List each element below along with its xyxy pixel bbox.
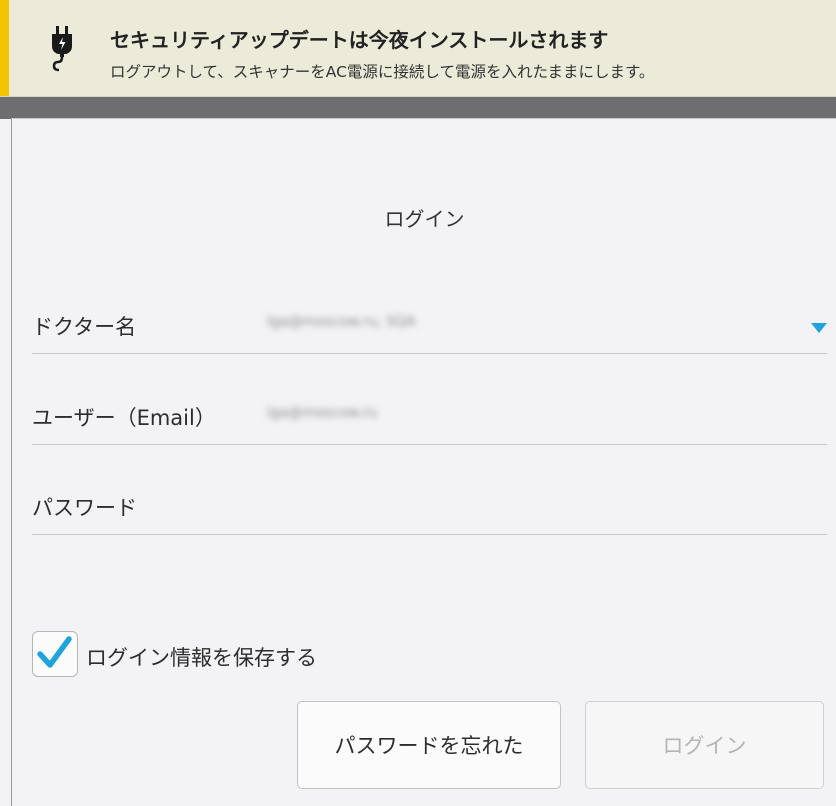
chevron-down-icon[interactable] — [811, 323, 827, 333]
user-email-field[interactable]: ユーザー（Email） lga@moscow.ru — [32, 380, 827, 445]
user-email-label: ユーザー（Email） — [32, 406, 216, 430]
user-email-value[interactable]: lga@moscow.ru — [267, 405, 377, 421]
remember-login-label[interactable]: ログイン情報を保存する — [86, 642, 317, 672]
forgot-password-button[interactable]: パスワードを忘れた — [297, 701, 561, 789]
login-title: ログイン — [384, 207, 465, 231]
doctor-name-label: ドクター名 — [32, 315, 137, 339]
remember-login-checkbox[interactable] — [32, 631, 78, 677]
checkmark-icon — [37, 636, 72, 668]
password-label: パスワード — [32, 496, 137, 520]
plug-icon — [52, 26, 72, 72]
banner-accent-bar — [0, 0, 9, 96]
security-update-banner: セキュリティアップデートは今夜インストールされます ログアウトして、スキャナーを… — [0, 0, 836, 97]
doctor-name-field[interactable]: ドクター名 lga@moscow.ru, SQA — [32, 289, 827, 354]
login-panel: ログイン ドクター名 lga@moscow.ru, SQA ユーザー（Email… — [11, 118, 836, 806]
banner-message: ログアウトして、スキャナーをAC電源に接続して電源を入れたままにします。 — [110, 63, 655, 81]
password-field[interactable]: パスワード — [32, 470, 827, 535]
banner-title: セキュリティアップデートは今夜インストールされます — [110, 28, 609, 52]
banner-separator — [0, 97, 836, 119]
doctor-name-value[interactable]: lga@moscow.ru, SQA — [267, 314, 416, 330]
login-button[interactable]: ログイン — [585, 701, 824, 789]
